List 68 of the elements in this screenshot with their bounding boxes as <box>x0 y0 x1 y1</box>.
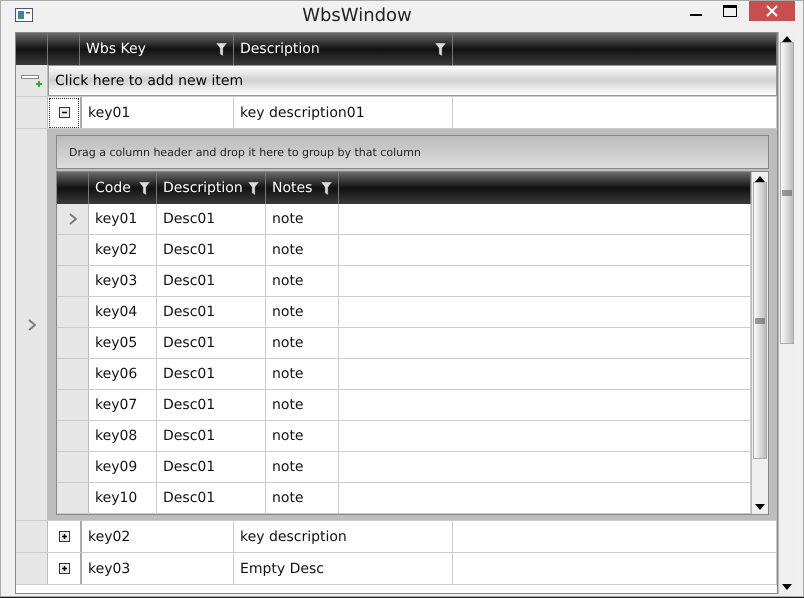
filter-icon[interactable] <box>139 182 150 194</box>
filter-icon[interactable] <box>216 42 227 56</box>
chevron-right-icon <box>28 318 36 330</box>
table-cell: Desc01 <box>157 421 266 451</box>
maximize-icon <box>723 5 737 17</box>
table-cell: key08 <box>89 421 157 451</box>
table-cell: key06 <box>89 359 157 389</box>
table-cell: note <box>266 204 339 234</box>
table-cell: Desc01 <box>157 483 266 513</box>
scrollbar-thumb[interactable] <box>752 182 768 459</box>
table-cell: Desc01 <box>157 452 266 482</box>
minus-icon <box>58 107 70 118</box>
table-cell: Desc01 <box>157 328 266 358</box>
table-cell: key05 <box>89 328 157 358</box>
close-button[interactable] <box>749 1 795 21</box>
table-cell: key02 <box>89 235 157 265</box>
table-cell: key07 <box>89 390 157 420</box>
grip-icon <box>754 318 765 324</box>
table-cell: key description01 <box>234 97 453 128</box>
column-header[interactable]: Code <box>89 172 157 204</box>
table-cell: key description <box>234 521 453 552</box>
table-cell: note <box>266 359 339 389</box>
expand-toggle[interactable] <box>58 530 70 542</box>
table-cell: Desc01 <box>157 204 266 234</box>
grip-icon <box>782 190 792 196</box>
table-cell: note <box>266 390 339 420</box>
table-cell: Desc01 <box>157 297 266 327</box>
filter-icon[interactable] <box>248 182 259 194</box>
table-cell: Desc01 <box>157 266 266 296</box>
filter-icon[interactable] <box>321 182 332 194</box>
table-cell: note <box>266 297 339 327</box>
scrollbar-thumb[interactable] <box>780 42 794 344</box>
chevron-right-icon <box>68 213 76 225</box>
table-cell: key03 <box>89 266 157 296</box>
table-cell: key04 <box>89 297 157 327</box>
vertical-scrollbar[interactable] <box>778 32 795 594</box>
expand-toggle[interactable] <box>49 98 79 128</box>
close-icon <box>766 5 778 17</box>
table-cell: note <box>266 266 339 296</box>
table-cell: key10 <box>89 483 157 513</box>
table-cell: key09 <box>89 452 157 482</box>
add-row-icon <box>20 74 42 86</box>
table-cell: Desc01 <box>157 235 266 265</box>
table-cell: key01 <box>89 204 157 234</box>
window-title: WbsWindow <box>301 4 413 26</box>
table-cell: note <box>266 483 339 513</box>
vertical-scrollbar[interactable] <box>751 172 768 514</box>
plus-icon <box>58 563 70 574</box>
table-cell: note <box>266 421 339 451</box>
table-cell: note <box>266 452 339 482</box>
table-cell: Desc01 <box>157 359 266 389</box>
table-cell: Desc01 <box>157 390 266 420</box>
scroll-down-icon[interactable] <box>755 504 765 510</box>
expand-toggle[interactable] <box>58 562 70 574</box>
app-icon <box>15 8 33 22</box>
table-cell: note <box>266 235 339 265</box>
minimize-icon <box>690 14 702 16</box>
scroll-down-icon[interactable] <box>782 584 792 590</box>
table-cell: Empty Desc <box>234 553 453 584</box>
plus-icon <box>58 531 70 542</box>
column-header[interactable]: Description <box>157 172 266 204</box>
column-header[interactable]: Notes <box>266 172 339 204</box>
filter-icon[interactable] <box>435 42 446 56</box>
table-cell: key03 <box>80 553 234 584</box>
table-cell: note <box>266 328 339 358</box>
add-new-item-row[interactable]: Click here to add new item <box>48 65 777 96</box>
table-cell: key02 <box>80 521 234 552</box>
group-panel-hint: Drag a column header and drop it here to group by that column <box>56 135 769 169</box>
